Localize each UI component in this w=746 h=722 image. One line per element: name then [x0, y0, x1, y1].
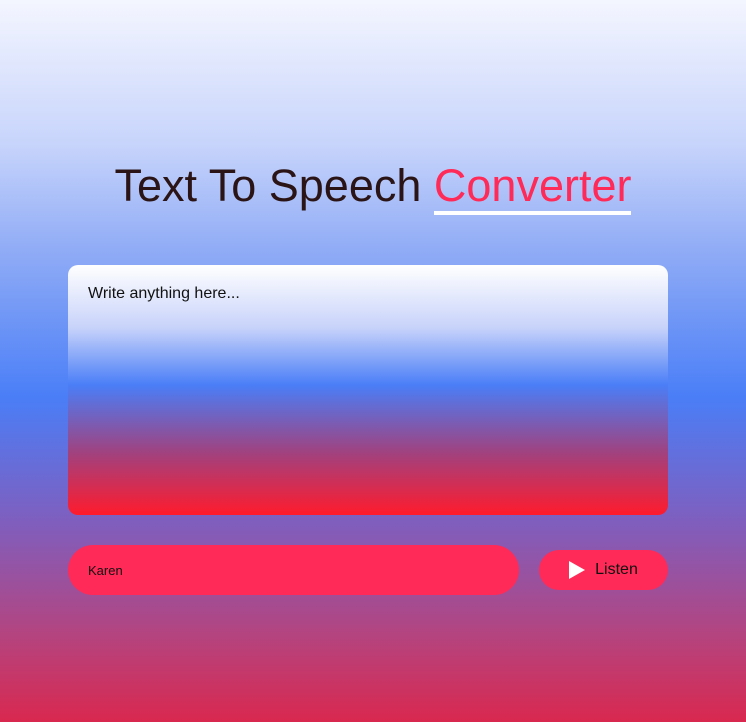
listen-button[interactable]: Listen [539, 550, 668, 590]
text-input[interactable] [68, 265, 668, 515]
voice-select-value: Karen [88, 562, 123, 578]
title-accent: Converter [433, 160, 632, 215]
listen-button-label: Listen [595, 561, 638, 578]
play-icon [569, 561, 586, 579]
title-main: Text To Speech [114, 160, 422, 211]
voice-select[interactable]: Karen [68, 545, 519, 595]
page-title: Text To Speech Converter [0, 160, 746, 215]
